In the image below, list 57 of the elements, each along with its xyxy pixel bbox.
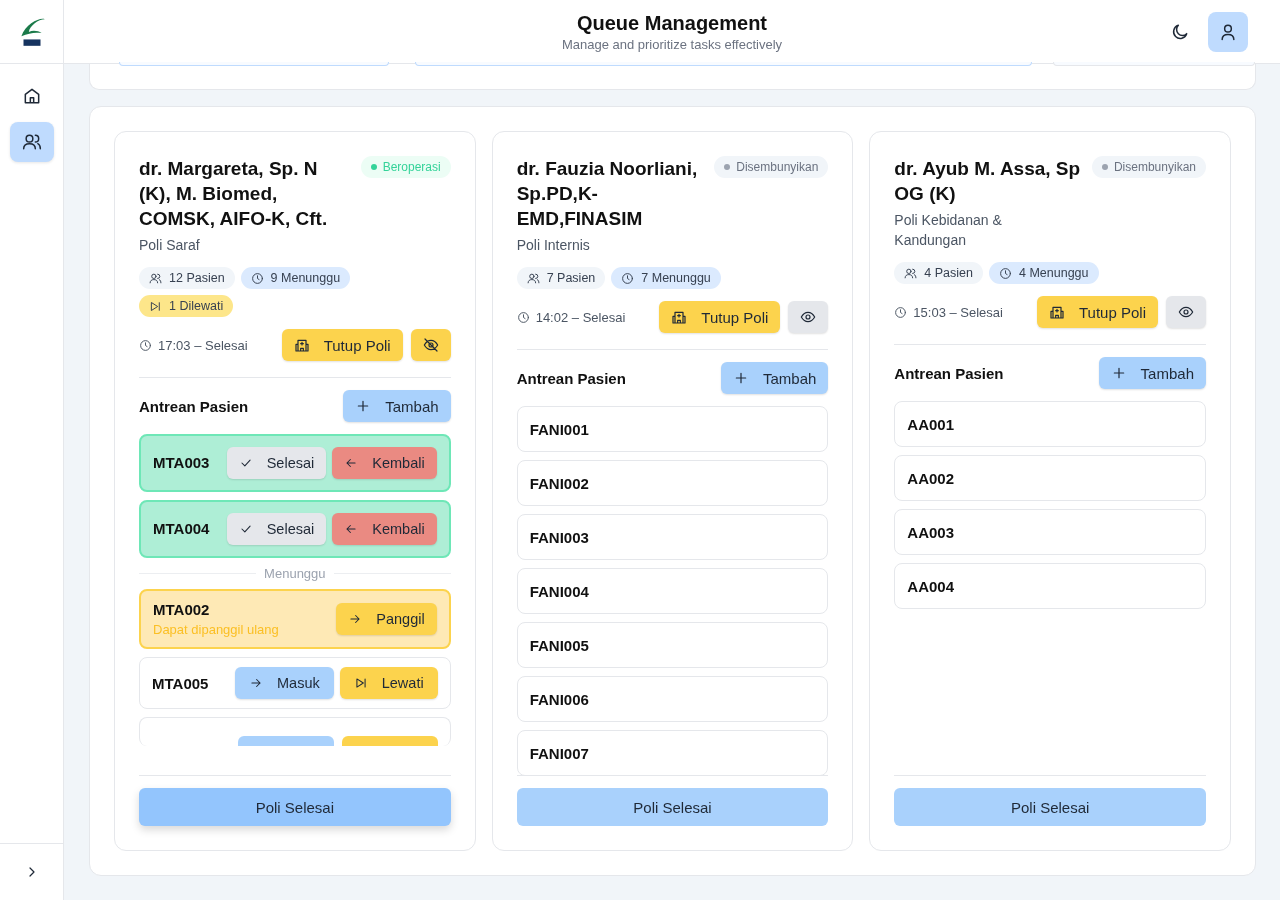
- finish-button[interactable]: Poli Selesai: [894, 788, 1206, 826]
- session-time: 15:03 – Selesai: [913, 304, 1003, 320]
- queue-code: FANI001: [529, 420, 589, 438]
- done-button[interactable]: Selesai: [226, 513, 327, 545]
- finish-button[interactable]: Poli Selesai: [516, 788, 829, 826]
- queue-code: MTA004: [153, 519, 210, 539]
- close-clinic-button[interactable]: Tutup Poli: [659, 301, 781, 333]
- queue-code: FANI007: [529, 744, 589, 762]
- queue-code: FANI005: [529, 636, 589, 654]
- return-button[interactable]: Kembali: [332, 447, 437, 479]
- close-clinic-button[interactable]: Tutup Poli: [281, 329, 403, 361]
- queue-code: MTA003: [153, 453, 210, 473]
- enter-button[interactable]: Masuk: [235, 667, 334, 699]
- add-button[interactable]: Tambah: [720, 362, 829, 394]
- queue-code: AA001: [907, 415, 955, 433]
- queue-code: MTA005: [152, 674, 209, 692]
- queue-note: Dapat dipanggil ulang: [153, 622, 279, 637]
- divider-label: Menunggu: [264, 566, 326, 581]
- doctor-name: dr. Margareta, Sp. N (K), M. Biomed, COMSK, AIFO-K, Cft.: [139, 157, 329, 231]
- queue-code: FANI002: [529, 474, 589, 492]
- stat-chip: 4 Menunggu: [989, 262, 1099, 284]
- clinic-name: Poli Internis: [516, 236, 591, 255]
- call-button[interactable]: Panggil: [336, 603, 437, 635]
- queue-code: AA002: [907, 469, 955, 487]
- close-clinic-button[interactable]: Tutup Poli: [1037, 296, 1158, 328]
- page-title: Queue Management: [575, 11, 768, 35]
- doctor-name: dr. Ayub M. Assa, Sp OG (K): [894, 157, 1082, 206]
- add-button[interactable]: Tambah: [343, 390, 451, 422]
- session-time: 17:03 – Selesai: [158, 337, 248, 353]
- clinic-name: Poli Kebidanan & Kandungan: [894, 211, 1003, 250]
- doctor-name: dr. Fauzia Noorliani, Sp.PD,K-EMD,FINASIM: [516, 157, 699, 231]
- done-button[interactable]: Selesai: [226, 447, 327, 479]
- status-badge: Disembunyikan: [1091, 156, 1206, 178]
- stat-chip: 7 Pasien: [516, 267, 606, 289]
- stat-chip: 7 Menunggu: [611, 267, 721, 289]
- queue-code: FANI004: [529, 582, 589, 600]
- queue-code: FANI003: [529, 528, 589, 546]
- status-badge: Beroperasi: [360, 156, 451, 178]
- clinic-name: Poli Saraf: [139, 236, 201, 255]
- session-time: 14:02 – Selesai: [535, 309, 626, 325]
- skip-button[interactable]: Lewati: [339, 667, 438, 699]
- section-title: Antrean Pasien: [516, 369, 626, 387]
- section-title: Antrean Pasien: [139, 397, 249, 415]
- queue-code: FANI006: [529, 690, 589, 708]
- stat-chip: 9 Menunggu: [240, 267, 351, 289]
- queue-code: AA004: [907, 577, 955, 595]
- stat-chip: 1 Dilewati: [139, 295, 234, 317]
- finish-button[interactable]: Poli Selesai: [139, 788, 451, 826]
- stat-chip: 12 Pasien: [139, 267, 235, 289]
- section-title: Antrean Pasien: [894, 364, 1004, 382]
- add-button[interactable]: Tambah: [1098, 357, 1206, 389]
- status-badge: Disembunyikan: [714, 156, 829, 178]
- stat-chip: 4 Pasien: [894, 262, 983, 284]
- return-button[interactable]: Kembali: [332, 513, 437, 545]
- page-subtitle: Manage and prioritize tasks effectively: [561, 36, 783, 52]
- queue-code: MTA002: [153, 601, 211, 618]
- queue-code: AA003: [907, 523, 955, 541]
